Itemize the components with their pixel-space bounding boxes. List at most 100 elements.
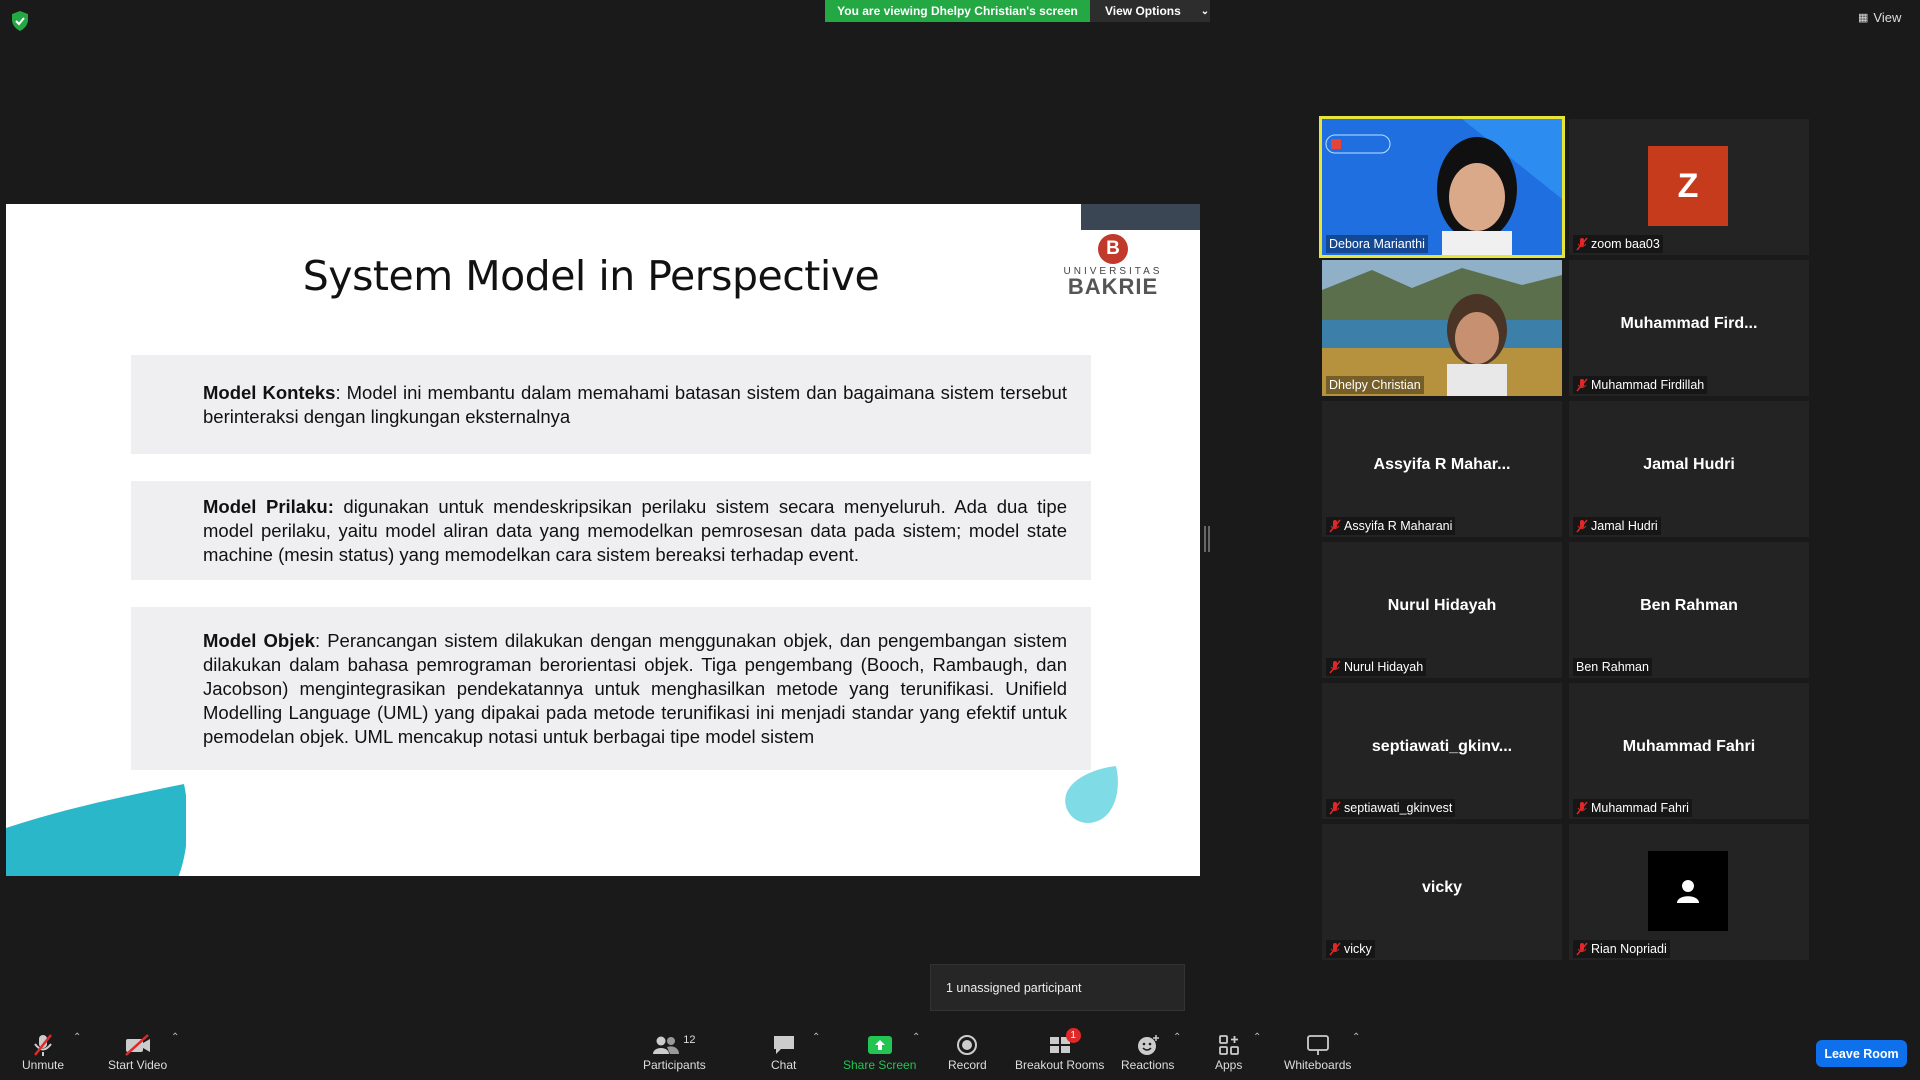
participant-display-name: Ben Rahman bbox=[1640, 597, 1738, 614]
breakout-badge: 1 bbox=[1065, 1028, 1081, 1043]
participant-name-label: Jamal Hudri bbox=[1573, 517, 1661, 535]
chat-options-caret-icon[interactable]: ⌃ bbox=[812, 1032, 820, 1043]
view-layout-label: View bbox=[1873, 10, 1902, 25]
participant-tile-muhammad-firdillah[interactable]: Muhammad Fird... Muhammad Firdillah bbox=[1569, 260, 1809, 396]
participant-name-label: zoom baa03 bbox=[1573, 235, 1663, 253]
start-video-label: Start Video bbox=[108, 1058, 168, 1072]
slide-box-model-objek: Model Objek: Perancangan sistem dilakuka… bbox=[131, 607, 1091, 770]
unmute-label: Unmute bbox=[22, 1058, 65, 1072]
participant-name: vicky bbox=[1344, 942, 1372, 956]
participant-name: Muhammad Firdillah bbox=[1591, 378, 1705, 392]
participant-display-name: Muhammad Fird... bbox=[1620, 315, 1758, 332]
participant-name-label: Muhammad Firdillah bbox=[1573, 376, 1708, 394]
view-layout-button[interactable]: ▦ View bbox=[1858, 10, 1901, 25]
reactions-options-caret-icon[interactable]: ⌃ bbox=[1173, 1032, 1181, 1043]
share-screen-icon bbox=[867, 1032, 893, 1058]
record-icon bbox=[956, 1032, 978, 1058]
participant-display-name: septiawati_gkinv... bbox=[1371, 738, 1513, 755]
video-options-caret-icon[interactable]: ⌃ bbox=[171, 1032, 179, 1043]
participant-name: zoom baa03 bbox=[1591, 237, 1660, 251]
participant-tile-dhelpy[interactable]: Dhelpy Christian bbox=[1322, 260, 1562, 396]
breakout-rooms-button[interactable]: 1 Breakout Rooms bbox=[1015, 1028, 1104, 1072]
participant-name: septiawati_gkinvest bbox=[1344, 801, 1453, 815]
slide-box-model-prilaku: Model Prilaku: digunakan untuk mendeskri… bbox=[131, 481, 1091, 580]
mic-muted-icon bbox=[1329, 660, 1341, 674]
participant-tile-nurul-hidayah[interactable]: Nurul Hidayah Nurul Hidayah bbox=[1322, 542, 1562, 678]
participant-name-label: Ben Rahman bbox=[1573, 658, 1652, 676]
share-screen-button[interactable]: Share Screen bbox=[843, 1032, 916, 1072]
record-button[interactable]: Record bbox=[948, 1032, 987, 1072]
unassigned-participant-tooltip: 1 unassigned participant bbox=[930, 964, 1185, 1011]
logo-main-text: BAKRIE bbox=[1067, 274, 1159, 299]
start-video-button[interactable]: Start Video bbox=[108, 1032, 167, 1072]
box-text: : Perancangan sistem dilakukan dengan me… bbox=[203, 629, 1067, 747]
logo-emblem: B bbox=[1098, 234, 1128, 264]
leave-room-button[interactable]: Leave Room bbox=[1816, 1040, 1907, 1067]
participants-label: Participants bbox=[643, 1058, 706, 1072]
unmute-button[interactable]: Unmute bbox=[22, 1032, 64, 1072]
participant-tile-ben-rahman[interactable]: Ben Rahman Ben Rahman bbox=[1569, 542, 1809, 678]
whiteboards-options-caret-icon[interactable]: ⌃ bbox=[1352, 1032, 1360, 1043]
participant-name: Debora Marianthi bbox=[1329, 237, 1425, 251]
participant-name-label: Assyifa R Maharani bbox=[1326, 517, 1456, 535]
mic-muted-icon bbox=[1329, 519, 1341, 533]
apps-options-caret-icon[interactable]: ⌃ bbox=[1253, 1032, 1261, 1043]
participant-tile-zoom-baa03[interactable]: Z zoom baa03 bbox=[1569, 119, 1809, 255]
view-options-menu[interactable]: View Options ⌄ bbox=[1090, 0, 1210, 22]
avatar: Z bbox=[1648, 146, 1728, 226]
reactions-icon bbox=[1136, 1032, 1160, 1058]
universitas-bakrie-logo: B UNIVERSITAS BAKRIE bbox=[1058, 234, 1168, 299]
apps-button[interactable]: Apps bbox=[1215, 1032, 1242, 1072]
whiteboards-label: Whiteboards bbox=[1284, 1058, 1352, 1072]
participants-button[interactable]: 12 Participants bbox=[643, 1032, 706, 1072]
view-options-label: View Options bbox=[1105, 4, 1181, 18]
video-off-icon bbox=[124, 1032, 152, 1058]
default-avatar bbox=[1648, 851, 1728, 931]
participant-tile-septiawati[interactable]: septiawati_gkinv... septiawati_gkinvest bbox=[1322, 683, 1562, 819]
reactions-button[interactable]: Reactions bbox=[1121, 1032, 1174, 1072]
participants-icon: 12 bbox=[653, 1032, 695, 1058]
chat-icon bbox=[772, 1032, 796, 1058]
participant-name: Jamal Hudri bbox=[1591, 519, 1658, 533]
participant-name-label: Rian Nopriadi bbox=[1573, 940, 1670, 958]
participant-display-name: Nurul Hidayah bbox=[1387, 597, 1497, 614]
apps-icon bbox=[1218, 1032, 1240, 1058]
share-options-caret-icon[interactable]: ⌃ bbox=[912, 1032, 920, 1043]
participant-tile-vicky[interactable]: vicky vicky bbox=[1322, 824, 1562, 960]
grid-view-icon: ▦ bbox=[1858, 12, 1869, 24]
whiteboards-button[interactable]: Whiteboards bbox=[1284, 1032, 1351, 1072]
apps-label: Apps bbox=[1215, 1058, 1243, 1072]
participant-name-label: Nurul Hidayah bbox=[1326, 658, 1427, 676]
box-term: Model Prilaku: bbox=[203, 495, 334, 517]
mic-muted-icon bbox=[1576, 519, 1588, 533]
participant-tile-jamal-hudri[interactable]: Jamal Hudri Jamal Hudri bbox=[1569, 401, 1809, 537]
audio-options-caret-icon[interactable]: ⌃ bbox=[73, 1032, 81, 1043]
participant-name: Assyifa R Maharani bbox=[1344, 519, 1453, 533]
chat-button[interactable]: Chat bbox=[771, 1032, 796, 1072]
mic-muted-icon bbox=[1576, 801, 1588, 815]
chat-label: Chat bbox=[771, 1058, 797, 1072]
participant-tile-assyifa[interactable]: Assyifa R Mahar... Assyifa R Maharani bbox=[1322, 401, 1562, 537]
participant-name-label: Dhelpy Christian bbox=[1326, 376, 1424, 394]
security-shield-icon[interactable] bbox=[10, 10, 30, 32]
participant-name-label: Muhammad Fahri bbox=[1573, 799, 1692, 817]
participant-display-name: vicky bbox=[1421, 879, 1463, 896]
mic-muted-icon bbox=[1576, 378, 1588, 392]
participant-name-label: vicky bbox=[1326, 940, 1375, 958]
slide-title: System Model in Perspective bbox=[302, 252, 880, 300]
participant-display-name: Assyifa R Mahar... bbox=[1373, 456, 1511, 473]
participant-tile-muhammad-fahri[interactable]: Muhammad Fahri Muhammad Fahri bbox=[1569, 683, 1809, 819]
decorative-teal-shape bbox=[6, 784, 186, 876]
participant-tile-debora[interactable]: Debora Marianthi bbox=[1319, 116, 1565, 258]
viewing-screen-banner: You are viewing Dhelpy Christian's scree… bbox=[825, 0, 1090, 22]
slide-box-model-konteks: Model Konteks: Model ini membantu dalam … bbox=[131, 355, 1091, 454]
person-icon bbox=[1677, 880, 1699, 903]
participant-tile-rian-nopriadi[interactable]: Rian Nopriadi bbox=[1569, 824, 1809, 960]
participants-count: 12 bbox=[683, 1034, 696, 1046]
decorative-drop-shape bbox=[1065, 766, 1118, 823]
mic-muted-icon bbox=[1329, 942, 1341, 956]
mic-muted-icon bbox=[1329, 801, 1341, 815]
box-term: Model Objek bbox=[203, 629, 315, 651]
split-view-resize-handle[interactable] bbox=[1204, 526, 1210, 552]
mic-muted-icon bbox=[32, 1032, 54, 1058]
